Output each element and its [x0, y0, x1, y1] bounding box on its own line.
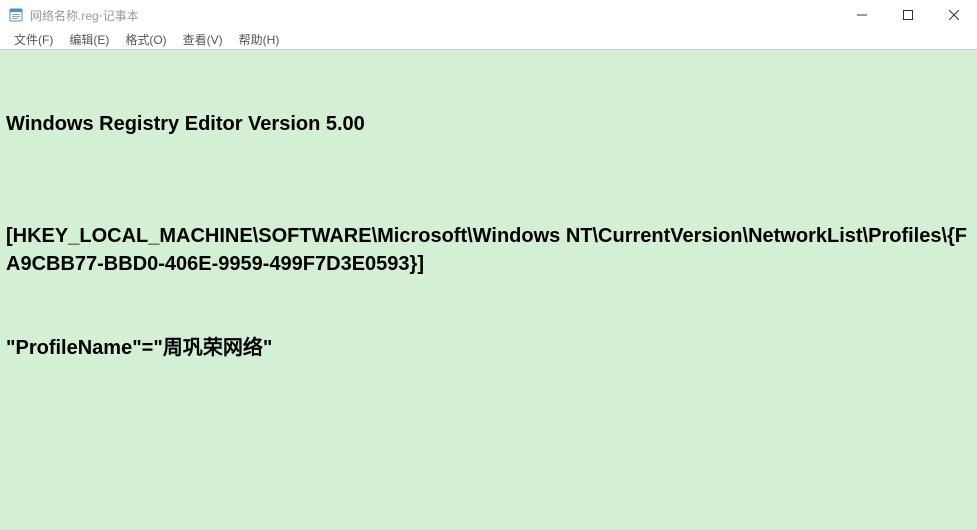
menubar: 文件(F) 编辑(E) 格式(O) 查看(V) 帮助(H)	[0, 30, 977, 50]
text-editor-content[interactable]: Windows Registry Editor Version 5.00 [HK…	[0, 50, 977, 530]
close-button[interactable]	[931, 0, 977, 30]
window-title-app: 记事本	[103, 7, 139, 24]
menu-help[interactable]: 帮助(H)	[231, 31, 288, 48]
menu-view[interactable]: 查看(V)	[175, 31, 231, 48]
content-line: "ProfileName"="周巩荣网络"	[6, 334, 971, 362]
window-titlebar: 网络名称.reg - 记事本	[0, 0, 977, 30]
content-line: [HKEY_LOCAL_MACHINE\SOFTWARE\Microsoft\W…	[6, 222, 971, 278]
content-line: Windows Registry Editor Version 5.00	[6, 110, 971, 138]
maximize-button[interactable]	[885, 0, 931, 30]
menu-format[interactable]: 格式(O)	[117, 31, 174, 48]
notepad-icon	[8, 7, 24, 23]
menu-edit[interactable]: 编辑(E)	[61, 31, 117, 48]
window-title-file: 网络名称.reg	[30, 7, 99, 24]
minimize-button[interactable]	[839, 0, 885, 30]
menu-file[interactable]: 文件(F)	[6, 31, 61, 48]
